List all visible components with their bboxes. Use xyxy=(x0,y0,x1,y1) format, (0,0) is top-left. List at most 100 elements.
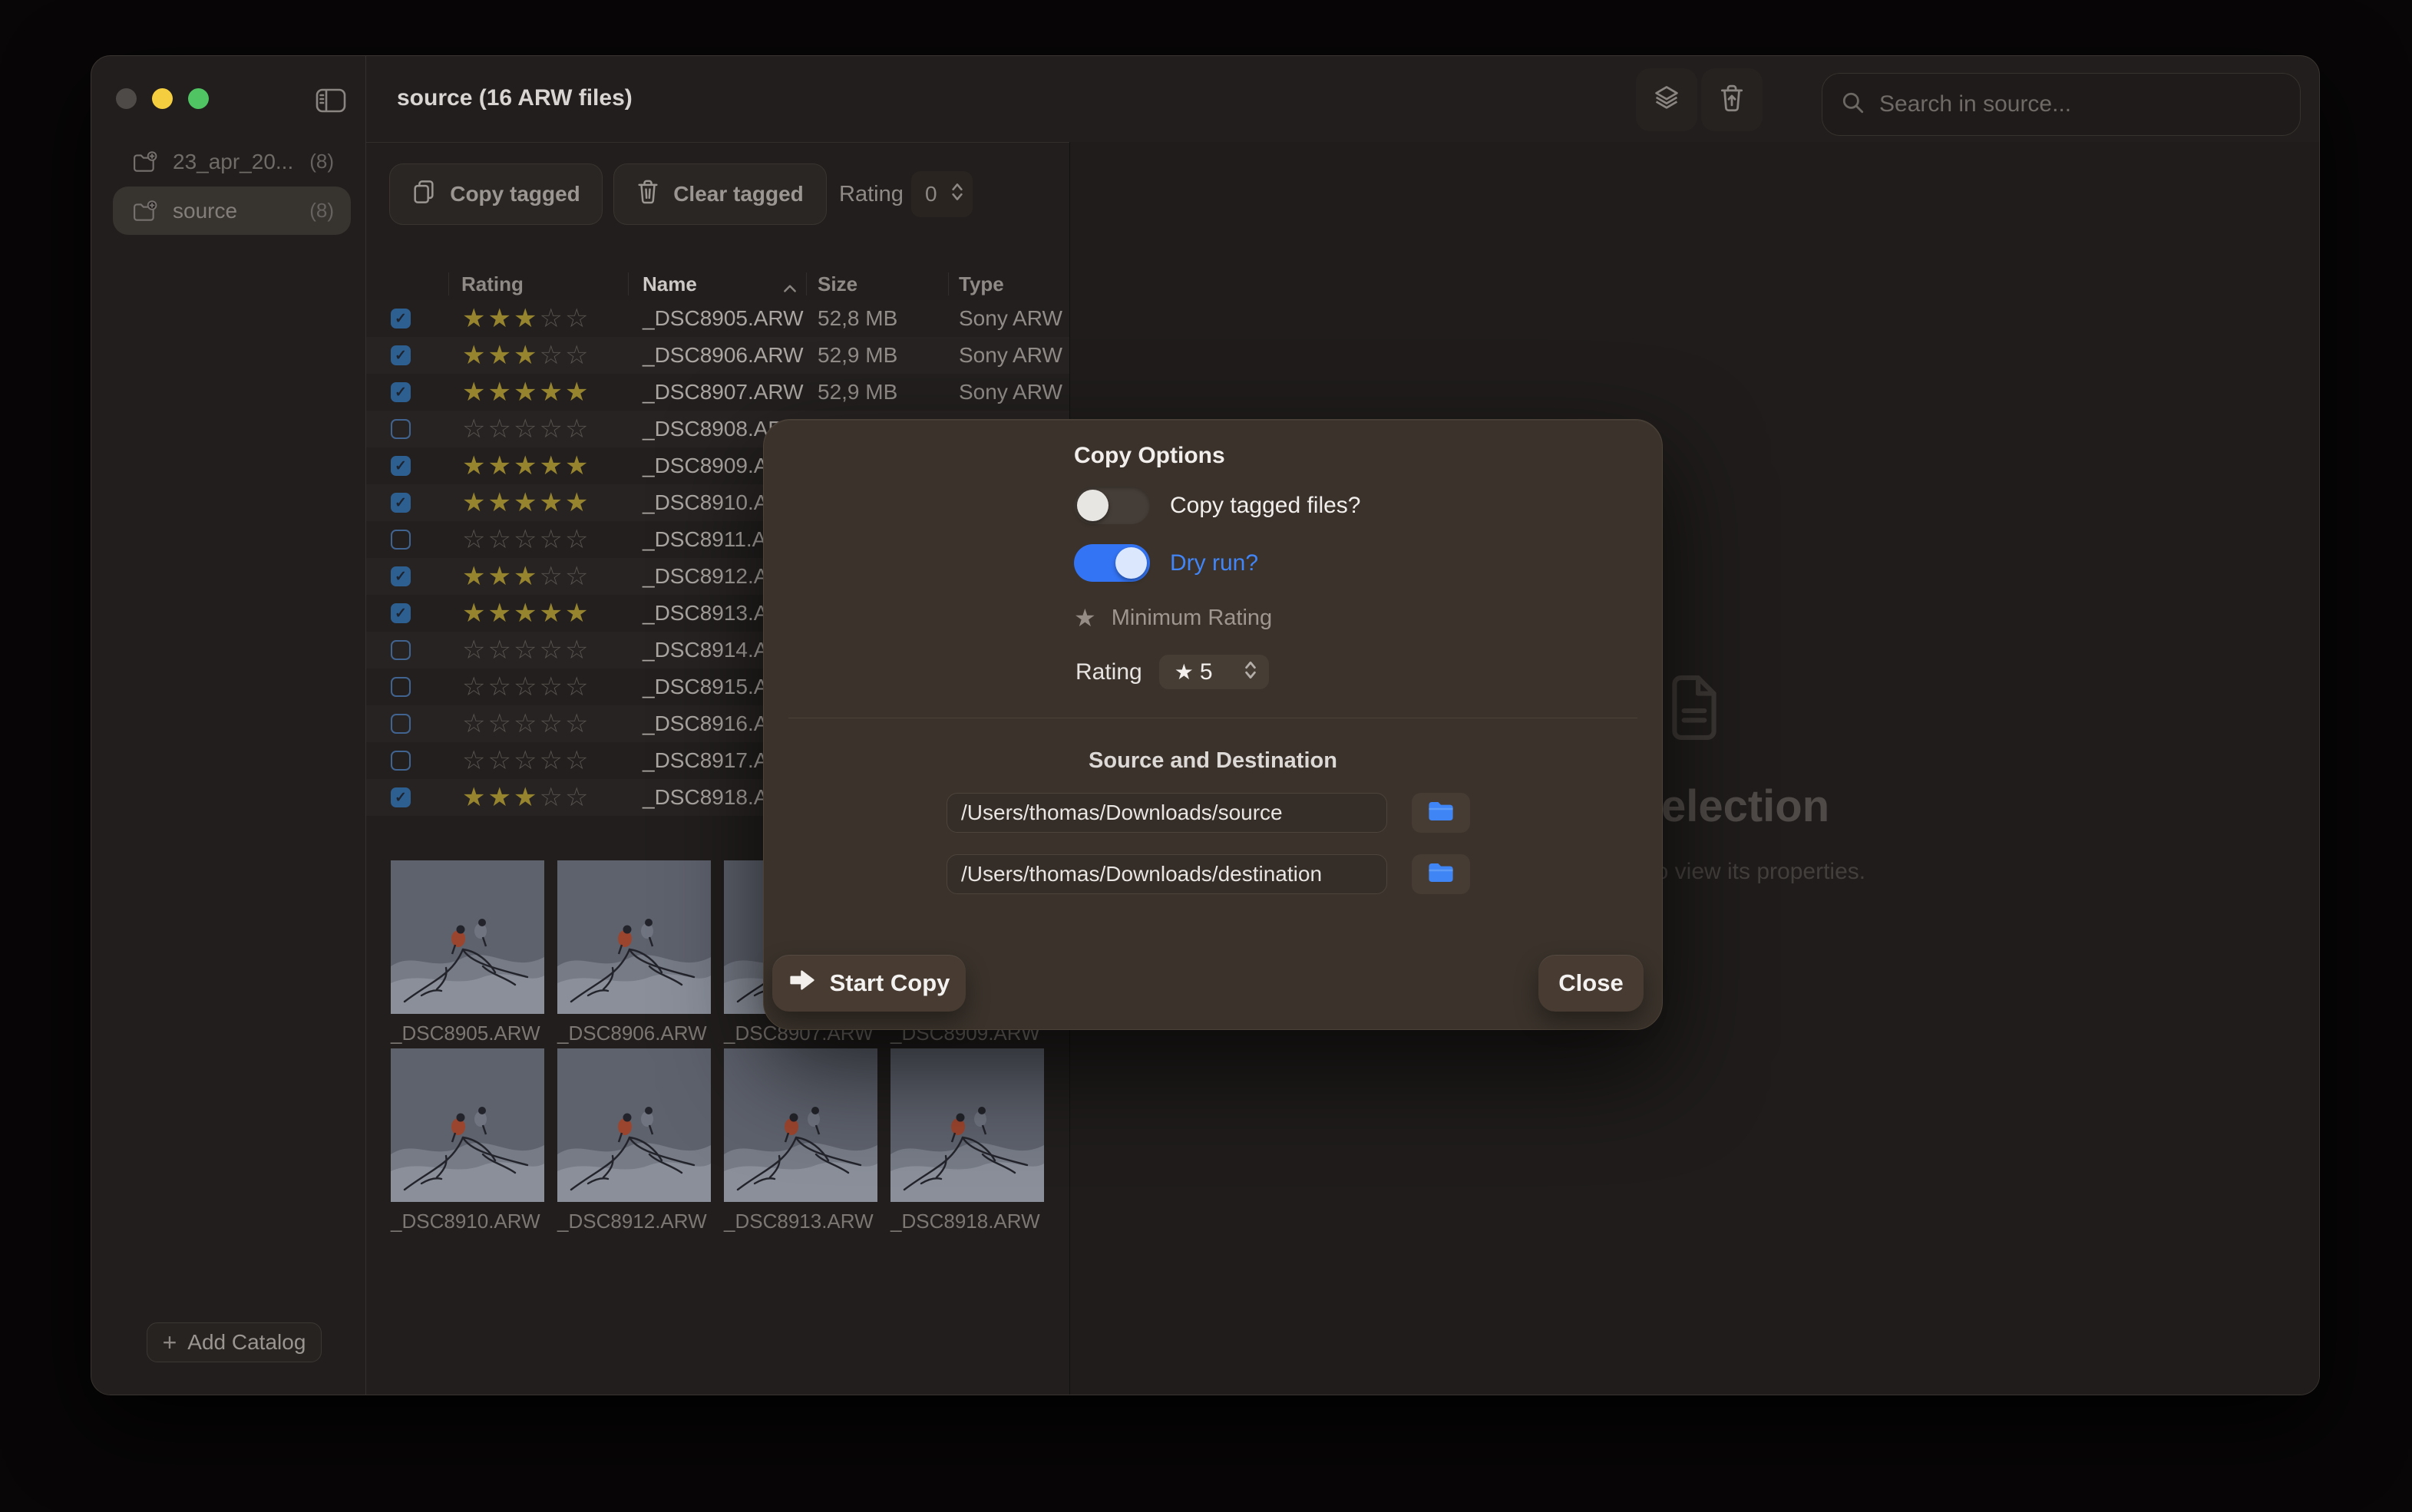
row-checkbox[interactable]: ✓ xyxy=(391,345,411,365)
bird-photo-thumbnail[interactable] xyxy=(557,1048,711,1202)
row-rating-stars[interactable]: ★★★☆☆ xyxy=(462,558,590,595)
star-filled-icon[interactable]: ★ xyxy=(514,562,539,591)
sidebar-catalog-item[interactable]: source (8) xyxy=(113,187,351,235)
destination-path-input[interactable] xyxy=(947,854,1387,894)
star-empty-icon[interactable]: ☆ xyxy=(565,636,590,665)
row-checkbox[interactable]: ✓ xyxy=(391,309,411,328)
window-close-button[interactable] xyxy=(116,88,137,109)
stepper-chevrons-icon[interactable] xyxy=(1243,659,1258,685)
row-rating-stars[interactable]: ★★★★★ xyxy=(462,595,590,632)
row-rating-stars[interactable]: ☆☆☆☆☆ xyxy=(462,742,590,779)
star-empty-icon[interactable]: ☆ xyxy=(539,341,564,370)
thumbnail-cell[interactable]: _DSC8912.ARW xyxy=(557,1048,711,1236)
choose-source-folder-button[interactable] xyxy=(1412,793,1470,833)
star-empty-icon[interactable]: ☆ xyxy=(462,525,487,554)
star-filled-icon[interactable]: ★ xyxy=(514,341,539,370)
thumbnail-cell[interactable]: _DSC8918.ARW xyxy=(890,1048,1044,1236)
sidebar-toggle-icon[interactable] xyxy=(316,88,346,113)
star-filled-icon[interactable]: ★ xyxy=(539,599,564,628)
header-name[interactable]: Name xyxy=(643,271,697,297)
table-row[interactable]: ✓ ★★★☆☆ _DSC8906.ARW 52,9 MB Sony ARW ra… xyxy=(366,337,1069,374)
star-empty-icon[interactable]: ☆ xyxy=(539,672,564,702)
star-empty-icon[interactable]: ☆ xyxy=(539,562,564,591)
row-checkbox[interactable] xyxy=(391,419,411,439)
star-empty-icon[interactable]: ☆ xyxy=(565,709,590,738)
row-rating-stars[interactable]: ★★★☆☆ xyxy=(462,779,590,816)
row-rating-stars[interactable]: ☆☆☆☆☆ xyxy=(462,411,590,447)
star-empty-icon[interactable]: ☆ xyxy=(514,672,539,702)
star-empty-icon[interactable]: ☆ xyxy=(462,746,487,775)
row-checkbox[interactable]: ✓ xyxy=(391,787,411,807)
star-filled-icon[interactable]: ★ xyxy=(462,599,487,628)
search-input[interactable] xyxy=(1879,91,2281,117)
star-filled-icon[interactable]: ★ xyxy=(565,378,590,407)
star-filled-icon[interactable]: ★ xyxy=(514,783,539,812)
table-row[interactable]: ✓ ★★★★★ _DSC8907.ARW 52,9 MB Sony ARW ra… xyxy=(366,374,1069,411)
copy-stack-button[interactable] xyxy=(1636,68,1697,131)
row-checkbox[interactable]: ✓ xyxy=(391,456,411,476)
row-checkbox[interactable] xyxy=(391,530,411,550)
start-copy-button[interactable]: Start Copy xyxy=(772,955,966,1012)
clear-tagged-button[interactable]: Clear tagged xyxy=(613,163,827,225)
row-rating-stars[interactable]: ★★★★★ xyxy=(462,484,590,521)
close-button[interactable]: Close xyxy=(1538,955,1644,1012)
star-empty-icon[interactable]: ☆ xyxy=(565,414,590,444)
copy-tagged-button[interactable]: Copy tagged xyxy=(389,163,603,225)
star-filled-icon[interactable]: ★ xyxy=(539,451,564,480)
star-empty-icon[interactable]: ☆ xyxy=(565,672,590,702)
sidebar-catalog-item[interactable]: 23_apr_20... (8) xyxy=(113,137,351,186)
bird-photo-thumbnail[interactable] xyxy=(391,1048,544,1202)
bird-photo-thumbnail[interactable] xyxy=(557,860,711,1014)
star-filled-icon[interactable]: ★ xyxy=(487,304,513,333)
row-checkbox[interactable]: ✓ xyxy=(391,493,411,513)
star-empty-icon[interactable]: ☆ xyxy=(539,746,564,775)
thumbnail-cell[interactable]: _DSC8913.ARW xyxy=(724,1048,877,1236)
row-rating-stars[interactable]: ★★★☆☆ xyxy=(462,337,590,374)
star-filled-icon[interactable]: ★ xyxy=(462,378,487,407)
choose-destination-folder-button[interactable] xyxy=(1412,854,1470,894)
star-empty-icon[interactable]: ☆ xyxy=(565,562,590,591)
star-filled-icon[interactable]: ★ xyxy=(539,488,564,517)
star-empty-icon[interactable]: ☆ xyxy=(565,304,590,333)
star-filled-icon[interactable]: ★ xyxy=(487,341,513,370)
star-filled-icon[interactable]: ★ xyxy=(487,488,513,517)
row-rating-stars[interactable]: ☆☆☆☆☆ xyxy=(462,632,590,669)
star-empty-icon[interactable]: ☆ xyxy=(539,414,564,444)
star-empty-icon[interactable]: ☆ xyxy=(539,525,564,554)
header-size[interactable]: Size xyxy=(818,271,857,297)
star-filled-icon[interactable]: ★ xyxy=(539,378,564,407)
star-filled-icon[interactable]: ★ xyxy=(487,378,513,407)
row-checkbox[interactable]: ✓ xyxy=(391,603,411,623)
star-empty-icon[interactable]: ☆ xyxy=(565,746,590,775)
star-filled-icon[interactable]: ★ xyxy=(514,488,539,517)
row-rating-stars[interactable]: ☆☆☆☆☆ xyxy=(462,669,590,705)
star-empty-icon[interactable]: ☆ xyxy=(539,304,564,333)
star-empty-icon[interactable]: ☆ xyxy=(487,525,513,554)
star-empty-icon[interactable]: ☆ xyxy=(487,636,513,665)
star-empty-icon[interactable]: ☆ xyxy=(487,672,513,702)
trash-upload-button[interactable] xyxy=(1701,68,1763,131)
source-path-input[interactable] xyxy=(947,793,1387,833)
star-empty-icon[interactable]: ☆ xyxy=(462,709,487,738)
thumbnail-cell[interactable]: _DSC8906.ARW xyxy=(557,860,711,1048)
star-filled-icon[interactable]: ★ xyxy=(565,599,590,628)
star-filled-icon[interactable]: ★ xyxy=(462,783,487,812)
table-row[interactable]: ✓ ★★★☆☆ _DSC8905.ARW 52,8 MB Sony ARW ra… xyxy=(366,300,1069,337)
star-filled-icon[interactable]: ★ xyxy=(487,562,513,591)
add-catalog-button[interactable]: + Add Catalog xyxy=(147,1322,322,1362)
star-filled-icon[interactable]: ★ xyxy=(462,451,487,480)
star-filled-icon[interactable]: ★ xyxy=(514,599,539,628)
star-empty-icon[interactable]: ☆ xyxy=(565,525,590,554)
star-empty-icon[interactable]: ☆ xyxy=(514,636,539,665)
stepper-chevrons-icon[interactable] xyxy=(950,181,965,208)
star-empty-icon[interactable]: ☆ xyxy=(565,783,590,812)
star-empty-icon[interactable]: ☆ xyxy=(565,341,590,370)
bird-photo-thumbnail[interactable] xyxy=(890,1048,1044,1202)
window-minimize-button[interactable] xyxy=(152,88,173,109)
star-empty-icon[interactable]: ☆ xyxy=(487,746,513,775)
star-filled-icon[interactable]: ★ xyxy=(462,304,487,333)
row-rating-stars[interactable]: ☆☆☆☆☆ xyxy=(462,705,590,742)
star-filled-icon[interactable]: ★ xyxy=(565,488,590,517)
row-rating-stars[interactable]: ★★★★★ xyxy=(462,374,590,411)
star-filled-icon[interactable]: ★ xyxy=(487,599,513,628)
